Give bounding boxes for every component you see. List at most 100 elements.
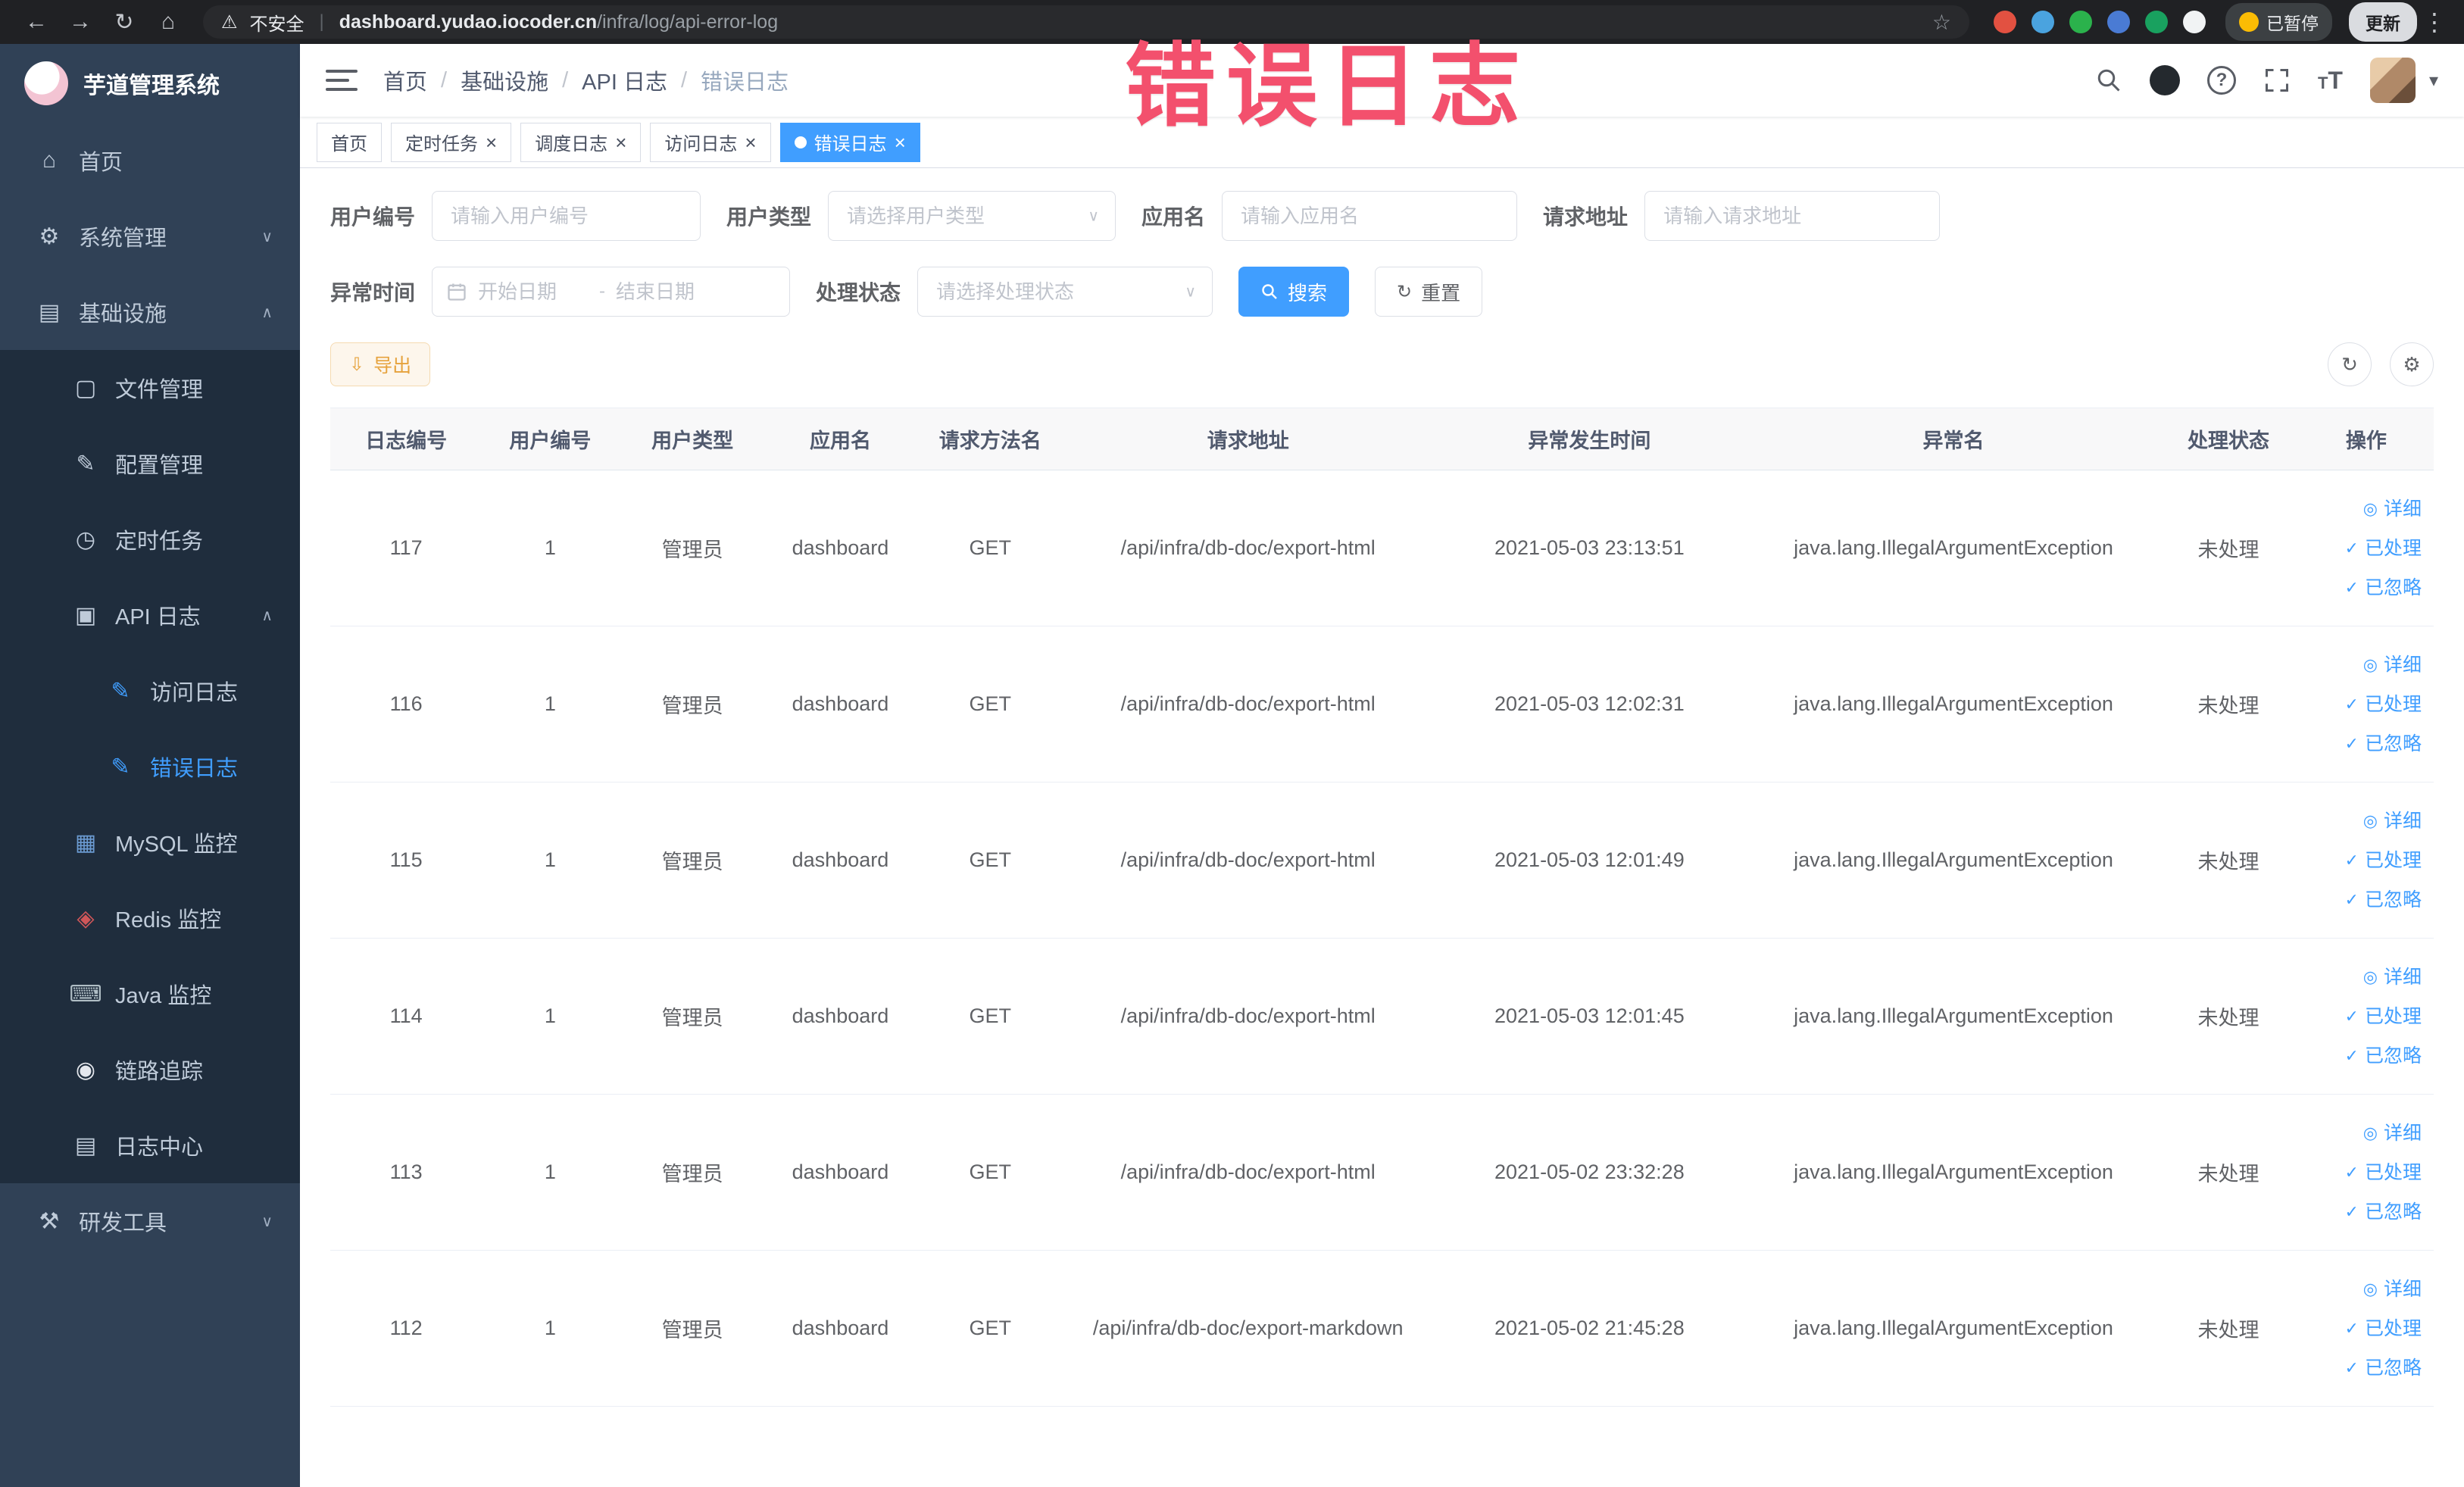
sidebar-item-java[interactable]: ⌨ Java 监控 [0, 956, 300, 1032]
avatar[interactable] [2369, 58, 2416, 103]
cell-user-id: 1 [482, 626, 619, 783]
cell-exception-time: 2021-05-03 12:01:45 [1430, 938, 1749, 1095]
row-action-detail[interactable]: ◎ 详细 [2299, 645, 2422, 685]
tab-access-log[interactable]: 访问日志 × [650, 122, 771, 162]
extension-icon-blue-drop[interactable] [2031, 11, 2054, 33]
row-action-processed[interactable]: ✓ 已处理 [2299, 1153, 2422, 1192]
sidebar-item-api-log[interactable]: ▣ API 日志 ∧ [0, 577, 300, 653]
breadcrumb-item-api-log[interactable]: API 日志 [582, 64, 667, 96]
row-action-detail[interactable]: ◎ 详细 [2299, 489, 2422, 529]
extension-icon-green-circle[interactable] [2069, 11, 2092, 33]
sidebar-item-error-log[interactable]: ✎ 错误日志 [0, 729, 300, 804]
kebab-menu-icon[interactable]: ⋮ [2422, 8, 2447, 36]
row-action-ignored[interactable]: ✓ 已忽略 [2299, 1348, 2422, 1388]
logo[interactable]: 芋道管理系统 [0, 44, 300, 123]
url-text[interactable]: dashboard.yudao.iocoder.cn/infra/log/api… [339, 11, 1920, 33]
tab-job[interactable]: 定时任务 × [391, 122, 512, 162]
cell-actions: ◎ 详细 ✓ 已处理 ✓ 已忽略 [2298, 1094, 2434, 1251]
row-action-detail[interactable]: ◎ 详细 [2299, 1270, 2422, 1309]
row-action-detail[interactable]: ◎ 详细 [2299, 801, 2422, 841]
tab-error-log[interactable]: 错误日志 × [779, 122, 920, 162]
caret-down-icon[interactable]: ▾ [2429, 70, 2438, 92]
security-label[interactable]: 不安全 [250, 9, 304, 36]
row-action-processed[interactable]: ✓ 已处理 [2299, 685, 2422, 724]
extension-icon-red[interactable] [1994, 11, 2016, 33]
export-button[interactable]: ⇩ 导出 [330, 342, 431, 386]
sidebar-item-system[interactable]: ⚙ 系统管理 ∨ [0, 198, 300, 274]
search-button[interactable]: 搜索 [1238, 267, 1350, 317]
sidebar-item-file[interactable]: ▢ 文件管理 [0, 350, 300, 426]
tab-close-icon[interactable]: × [745, 133, 756, 152]
column-settings-button[interactable]: ⚙ [2390, 342, 2434, 386]
row-action-detail[interactable]: ◎ 详细 [2299, 1114, 2422, 1153]
sidebar-item-access-log[interactable]: ✎ 访问日志 [0, 653, 300, 729]
row-action-processed[interactable]: ✓ 已处理 [2299, 529, 2422, 568]
row-action-processed[interactable]: ✓ 已处理 [2299, 1309, 2422, 1348]
row-action-processed[interactable]: ✓ 已处理 [2299, 997, 2422, 1036]
sidebar-item-label: MySQL 监控 [115, 833, 238, 857]
exception-time-range[interactable]: - [432, 267, 791, 317]
sidebar-item-job[interactable]: ◷ 定时任务 [0, 501, 300, 577]
row-action-ignored[interactable]: ✓ 已忽略 [2299, 1192, 2422, 1232]
fullscreen-icon[interactable] [2263, 67, 2291, 94]
reload-icon[interactable]: ↻ [105, 9, 144, 36]
breadcrumb-item-infra[interactable]: 基础设施 [461, 64, 548, 96]
row-action-ignored[interactable]: ✓ 已忽略 [2299, 1036, 2422, 1076]
font-size-icon[interactable]: TT [2318, 67, 2343, 95]
tab-home[interactable]: 首页 [317, 122, 382, 162]
refresh-button[interactable]: ↻ [2328, 342, 2372, 386]
back-icon[interactable]: ← [17, 9, 56, 35]
sidebar-item-config[interactable]: ✎ 配置管理 [0, 426, 300, 501]
tab-close-icon[interactable]: × [486, 133, 497, 152]
tab-close-icon[interactable]: × [895, 133, 906, 152]
user-id-input[interactable] [432, 191, 701, 241]
sidebar-item-label: 定时任务 [115, 530, 204, 554]
row-action-processed[interactable]: ✓ 已处理 [2299, 841, 2422, 880]
sidebar-item-redis[interactable]: ◈ Redis 监控 [0, 880, 300, 956]
user-type-input[interactable] [828, 191, 1116, 241]
sidebar-item-trace[interactable]: ◉ 链路追踪 [0, 1032, 300, 1107]
hamburger-icon[interactable] [326, 70, 358, 91]
process-status-input[interactable] [917, 267, 1213, 317]
tab-job-log[interactable]: 调度日志 × [520, 122, 642, 162]
row-action-detail[interactable]: ◎ 详细 [2299, 957, 2422, 997]
extension-icon-green-badge[interactable] [2145, 11, 2168, 33]
check-icon: ✓ [2344, 538, 2359, 558]
user-type-select[interactable]: ∨ [828, 191, 1116, 241]
paused-badge[interactable]: 已暂停 [2225, 3, 2332, 41]
row-action-ignored[interactable]: ✓ 已忽略 [2299, 568, 2422, 608]
extension-icon-blue-grid[interactable] [2107, 11, 2130, 33]
cell-exception-name: java.lang.IllegalArgumentException [1748, 1094, 2159, 1251]
row-action-ignored[interactable]: ✓ 已忽略 [2299, 880, 2422, 920]
start-date-input[interactable] [473, 270, 594, 314]
reset-button[interactable]: ↻ 重置 [1375, 267, 1483, 317]
check-icon: ✓ [2344, 889, 2359, 909]
end-date-input[interactable] [611, 270, 732, 314]
sidebar-item-infra[interactable]: ▤ 基础设施 ∧ [0, 274, 300, 350]
sidebar-item-home[interactable]: ⌂ 首页 [0, 123, 300, 198]
forward-icon[interactable]: → [61, 9, 100, 35]
bookmark-star-icon[interactable]: ☆ [1932, 10, 1951, 35]
update-button[interactable]: 更新 [2349, 2, 2417, 42]
process-status-select[interactable]: ∨ [917, 267, 1213, 317]
tab-close-icon[interactable]: × [615, 133, 626, 152]
sidebar-item-label: 链路追踪 [115, 1060, 204, 1084]
app-name-input[interactable] [1222, 191, 1518, 241]
navbar-actions: ? TT ▾ [2095, 58, 2438, 103]
breadcrumb-separator: / [680, 67, 688, 92]
cell-log-id: 115 [330, 782, 482, 939]
row-action-ignored[interactable]: ✓ 已忽略 [2299, 724, 2422, 764]
home-icon[interactable]: ⌂ [148, 9, 188, 35]
extension-icon-light[interactable] [2183, 11, 2206, 33]
cell-log-id: 114 [330, 938, 482, 1095]
sidebar-item-log-center[interactable]: ▤ 日志中心 [0, 1107, 300, 1183]
sidebar-item-mysql[interactable]: ▦ MySQL 监控 [0, 804, 300, 880]
cell-exception-time: 2021-05-03 12:01:49 [1430, 782, 1749, 939]
request-url-input[interactable] [1644, 191, 1941, 241]
sidebar-item-dev-tools[interactable]: ⚒ 研发工具 ∨ [0, 1183, 300, 1259]
github-icon[interactable] [2149, 65, 2180, 95]
breadcrumb-item-home[interactable]: 首页 [383, 64, 427, 96]
search-icon[interactable] [2095, 67, 2122, 94]
help-icon[interactable]: ? [2206, 66, 2236, 95]
address-bar[interactable]: ⚠ 不安全 | dashboard.yudao.iocoder.cn/infra… [203, 5, 1969, 39]
